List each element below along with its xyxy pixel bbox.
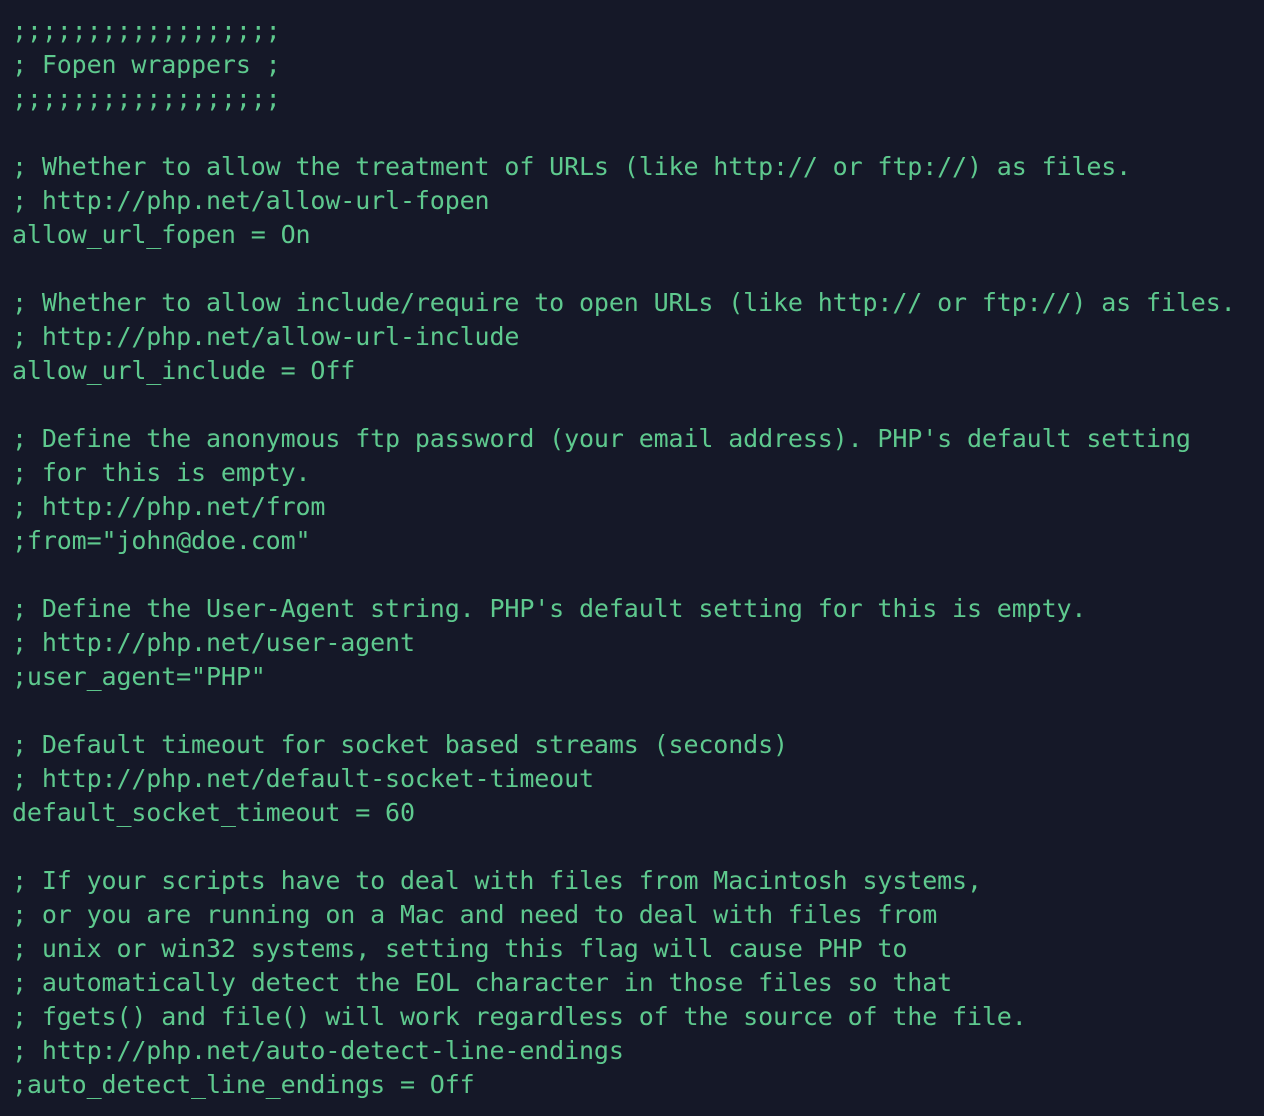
code-line-blank: [12, 116, 1264, 150]
code-line: ; http://php.net/from: [12, 492, 326, 521]
code-line: ; fgets() and file() will work regardles…: [12, 1002, 1027, 1031]
code-line-blank: [12, 388, 1264, 422]
code-line: ; or you are running on a Mac and need t…: [12, 900, 938, 929]
code-line: allow_url_include = Off: [12, 356, 356, 385]
code-line: ; Whether to allow the treatment of URLs…: [12, 152, 1132, 181]
code-line: default_socket_timeout = 60: [12, 798, 415, 827]
code-line: ; unix or win32 systems, setting this fl…: [12, 934, 908, 963]
code-line: ; Define the User-Agent string. PHP's de…: [12, 594, 1087, 623]
code-line: ; http://php.net/auto-detect-line-ending…: [12, 1036, 624, 1065]
code-line-blank: [12, 558, 1264, 592]
code-line: ; http://php.net/default-socket-timeout: [12, 764, 594, 793]
code-line: ;from="john@doe.com": [12, 526, 311, 555]
code-line-blank: [12, 252, 1264, 286]
code-line: allow_url_fopen = On: [12, 220, 311, 249]
code-line: ; http://php.net/allow-url-include: [12, 322, 520, 351]
code-line: ; Whether to allow include/require to op…: [12, 288, 1236, 317]
code-line: ; for this is empty.: [12, 458, 311, 487]
code-line: ; http://php.net/allow-url-fopen: [12, 186, 490, 215]
code-line: ; Define the anonymous ftp password (you…: [12, 424, 1191, 453]
code-line: ; http://php.net/user-agent: [12, 628, 415, 657]
code-viewer[interactable]: ;;;;;;;;;;;;;;;;;; ; Fopen wrappers ; ;;…: [0, 0, 1264, 1116]
code-line: ; If your scripts have to deal with file…: [12, 866, 982, 895]
code-line-blank: [12, 830, 1264, 864]
code-line: ; Default timeout for socket based strea…: [12, 730, 788, 759]
code-line-blank: [12, 694, 1264, 728]
code-line: ; Fopen wrappers ;: [12, 50, 281, 79]
code-line: ;;;;;;;;;;;;;;;;;;: [12, 16, 281, 45]
code-line: ; automatically detect the EOL character…: [12, 968, 953, 997]
code-line: ;;;;;;;;;;;;;;;;;;: [12, 84, 281, 113]
code-line: ;user_agent="PHP": [12, 662, 266, 691]
code-line: ;auto_detect_line_endings = Off: [12, 1070, 475, 1099]
